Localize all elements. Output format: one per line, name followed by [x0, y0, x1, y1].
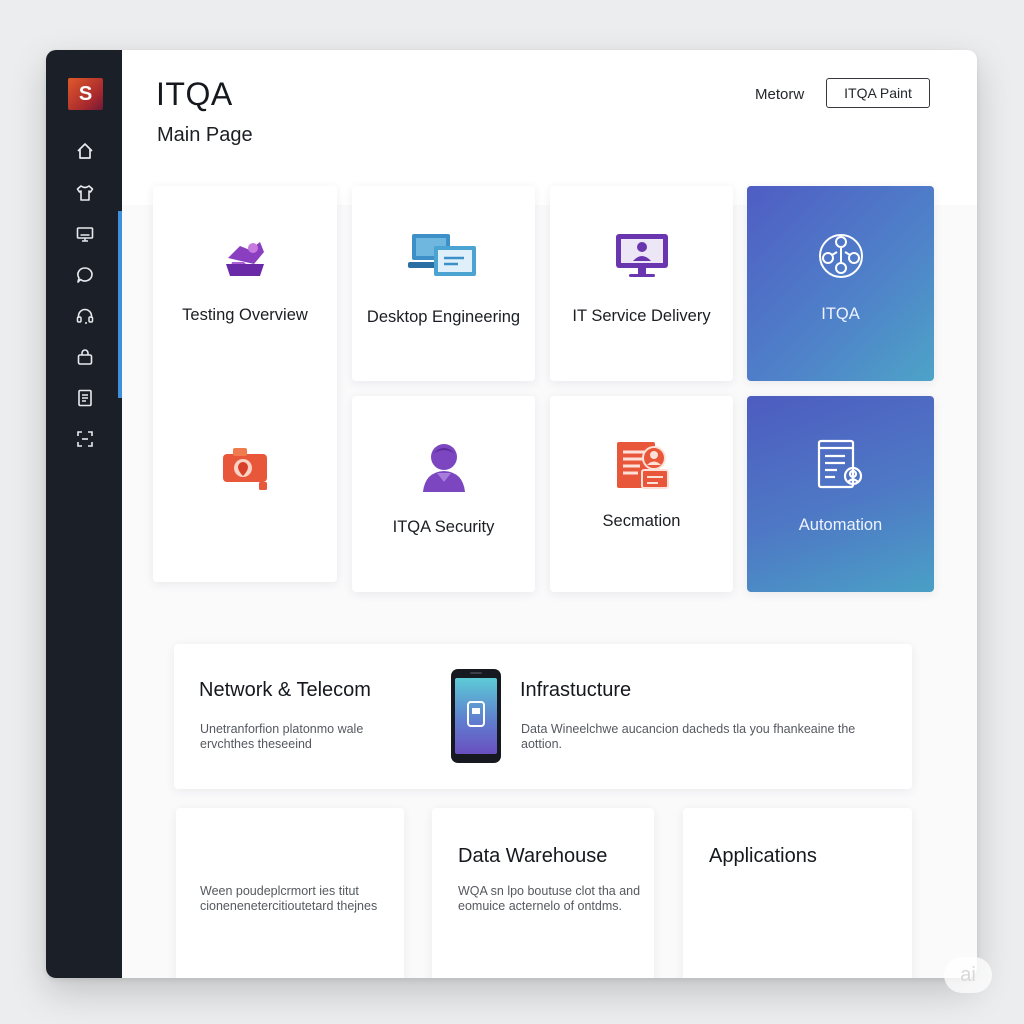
header-link[interactable]: Metorw — [755, 86, 804, 103]
tile-label: Desktop Engineering — [366, 308, 521, 326]
monitor-icon[interactable] — [72, 221, 98, 247]
card-body: WQA sn lpo boutuse clot tha and eomuice … — [458, 884, 641, 913]
page-title: Main Page — [157, 124, 253, 146]
card-title: Applications — [709, 845, 817, 867]
card-body: Data Wineelchwe aucancion dacheds tla yo… — [521, 722, 856, 751]
card-title: Data Warehouse — [458, 845, 608, 867]
header-button[interactable]: ITQA Paint — [826, 78, 930, 108]
smartphone-icon — [450, 668, 502, 769]
app-window: S ITQA Main Page Metorw ITQA Paint Testi… — [46, 50, 977, 978]
home-icon[interactable] — [72, 138, 98, 164]
headset-icon[interactable] — [72, 303, 98, 329]
card-data-warehouse[interactable]: Data Warehouse WQA sn lpo boutuse clot t… — [432, 808, 654, 978]
tile-itqa[interactable]: ITQA — [747, 186, 934, 381]
app-logo[interactable]: S — [68, 78, 103, 110]
watermark-badge: ai — [944, 957, 992, 993]
chat-icon[interactable] — [72, 262, 98, 288]
report-user-icon — [815, 438, 867, 499]
tile-secmation[interactable]: Secmation — [550, 396, 733, 592]
card-applications[interactable]: Applications — [683, 808, 912, 978]
tile-label: ITQA Security — [392, 518, 495, 536]
card-title: Infrastucture — [520, 679, 632, 701]
main-content: ITQA Main Page Metorw ITQA Paint Testing… — [122, 50, 977, 978]
tile-automation[interactable]: Automation — [747, 396, 934, 592]
card-network-infrastructure[interactable]: Network & Telecom Unetranforfion platonm… — [174, 644, 912, 789]
tile-label: IT Service Delivery — [572, 307, 711, 325]
card-left-bottom[interactable]: Ween poudeplcrmort ies titut cionenenete… — [176, 808, 404, 978]
handshake-icon — [220, 232, 270, 287]
card-title: Network & Telecom — [199, 679, 371, 701]
shirt-icon[interactable] — [72, 180, 98, 206]
tile-it-service-delivery[interactable]: IT Service Delivery — [550, 186, 733, 381]
tile-label: Automation — [798, 516, 883, 534]
sidebar: S — [46, 50, 122, 978]
team-network-icon — [813, 228, 869, 289]
tile-label: Testing Overview — [182, 306, 308, 324]
document-icon[interactable] — [72, 385, 98, 411]
monitor-user-icon — [613, 230, 671, 285]
tile-itqa-security[interactable]: ITQA Security — [352, 396, 535, 592]
card-body: Ween poudeplcrmort ies titut cionenenete… — [200, 884, 378, 913]
card-body: Unetranforfion platonmo wale ervchthes t… — [200, 722, 364, 751]
form-user-icon — [614, 438, 670, 497]
bag-icon[interactable] — [72, 344, 98, 370]
camera-location-icon — [219, 440, 271, 497]
scan-icon[interactable] — [72, 426, 98, 452]
desktops-icon — [407, 230, 480, 285]
app-title: ITQA — [156, 76, 233, 112]
tile-label: Secmation — [602, 512, 681, 530]
tile-testing-overview[interactable]: Testing Overview — [153, 186, 337, 582]
tile-desktop-engineering[interactable]: Desktop Engineering — [352, 186, 535, 381]
tile-label: ITQA — [821, 305, 860, 323]
user-icon — [419, 440, 469, 499]
